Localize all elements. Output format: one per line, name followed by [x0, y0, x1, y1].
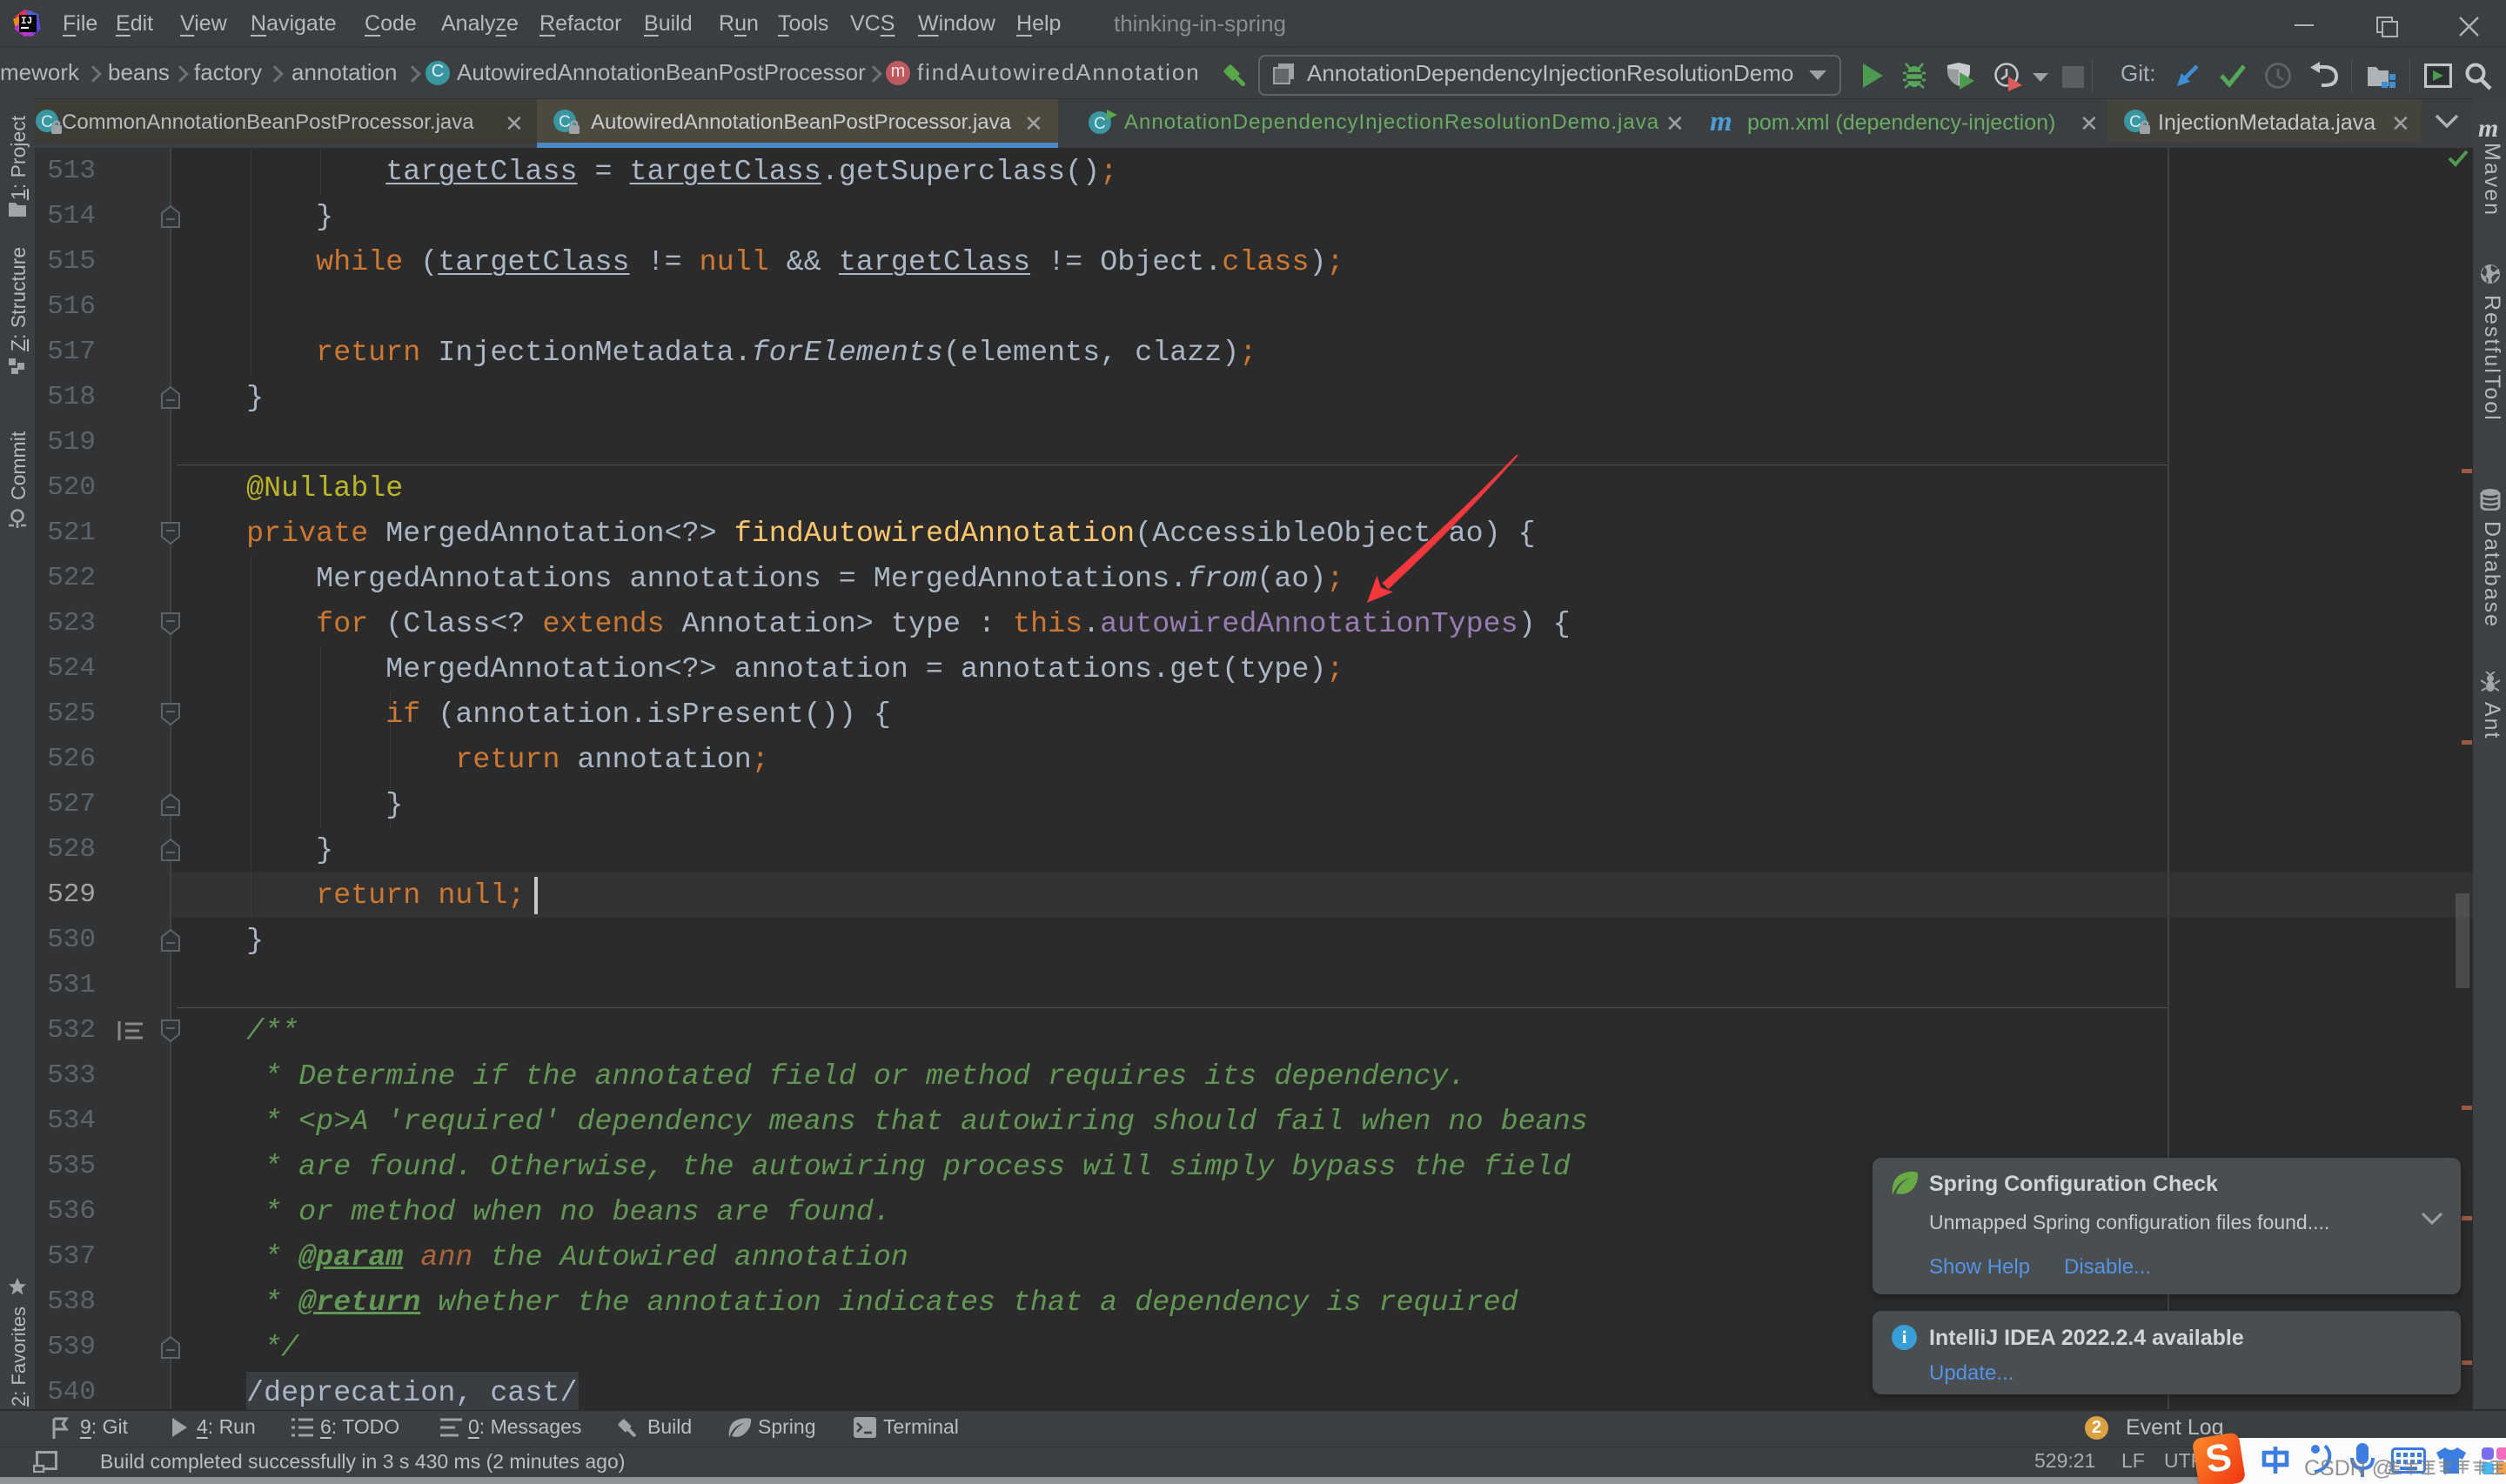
svg-text:C: C [41, 113, 53, 131]
svg-text:C: C [2129, 113, 2141, 131]
svg-text:IJ: IJ [21, 17, 32, 27]
svg-text:C: C [1094, 115, 1106, 133]
svg-text:C: C [559, 113, 571, 131]
